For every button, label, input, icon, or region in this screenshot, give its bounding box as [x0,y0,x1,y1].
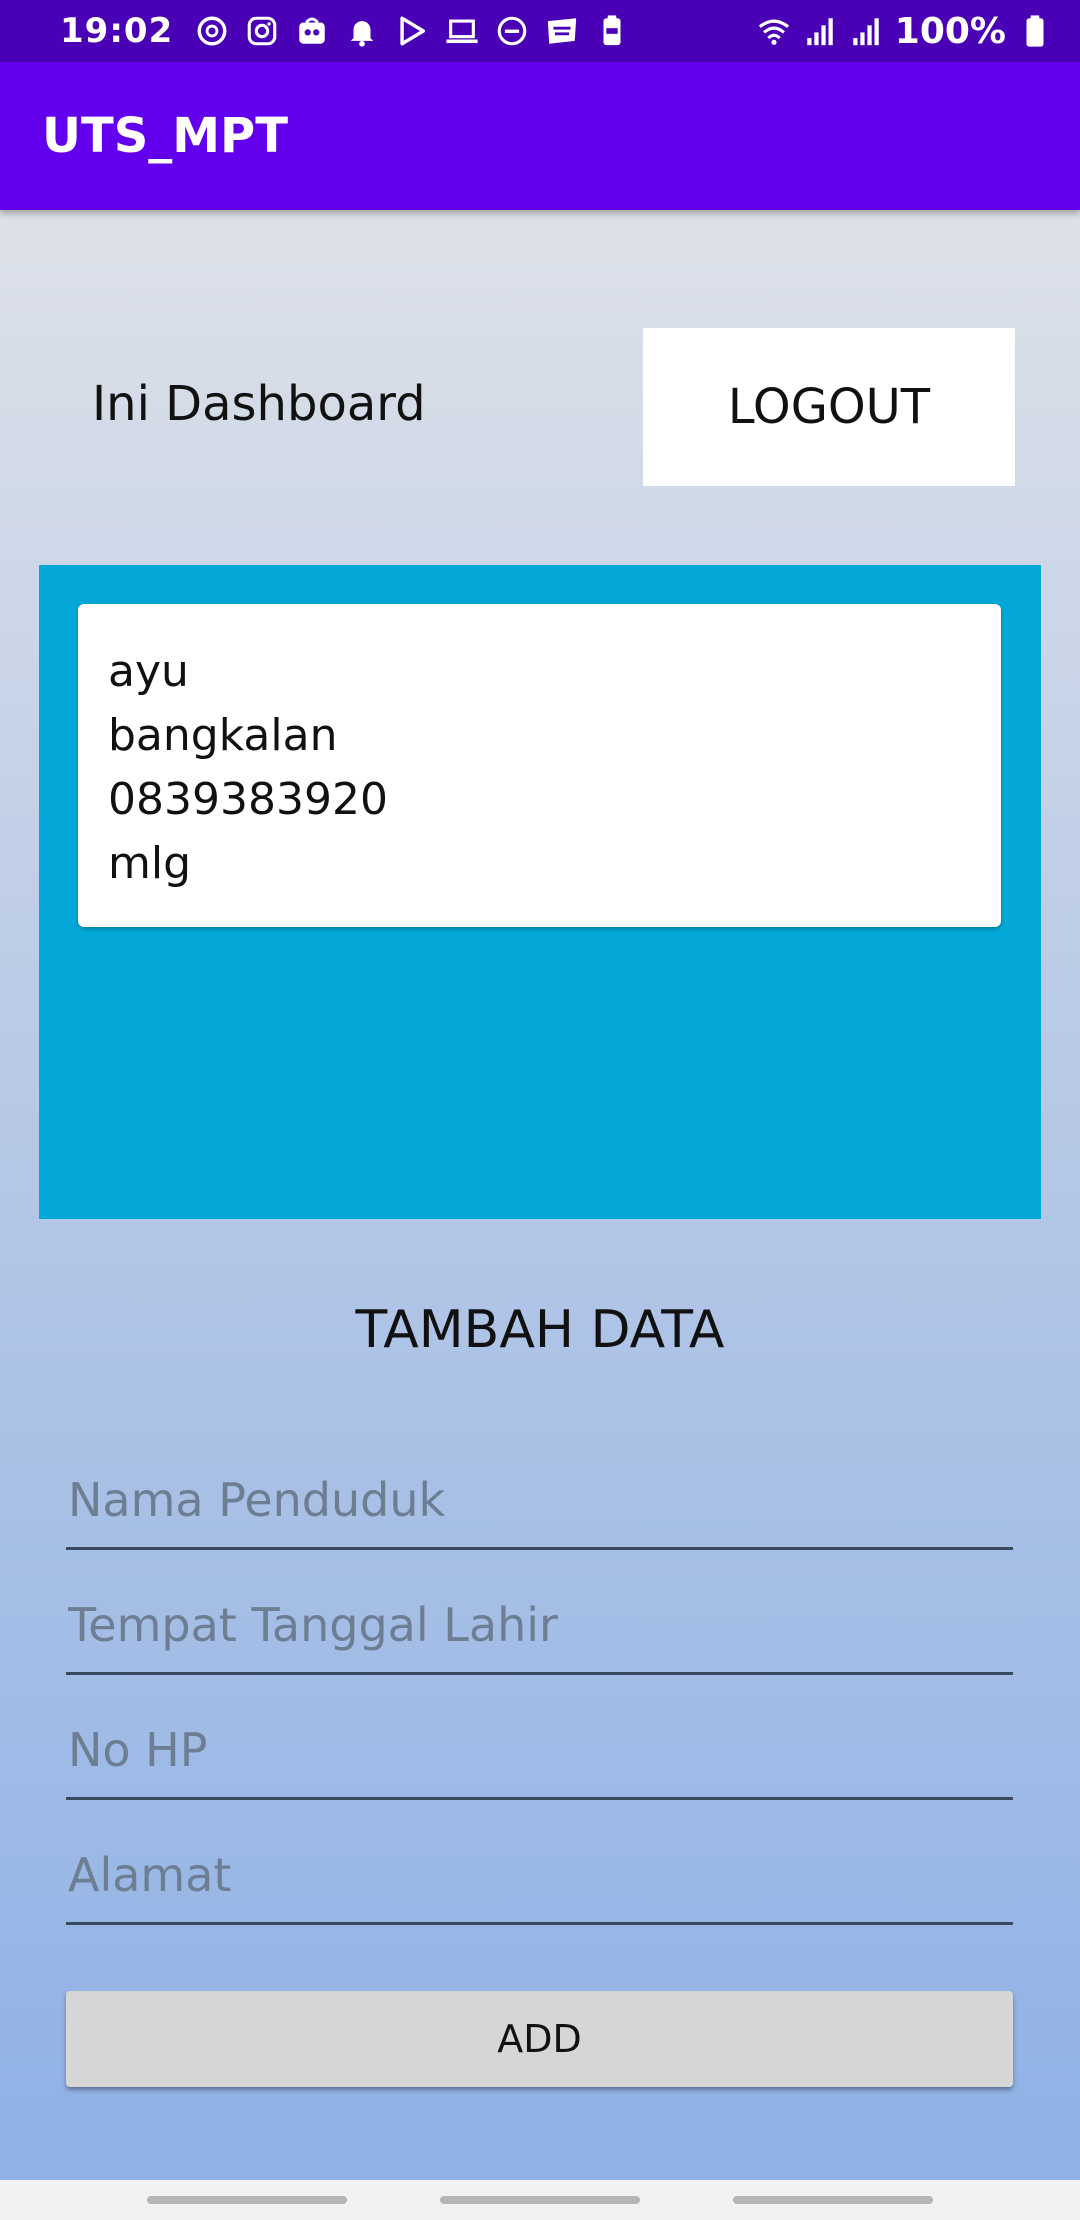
battery-percent: 100% [894,10,1006,52]
nav-back-handle[interactable] [733,2196,934,2204]
alamat-input[interactable] [66,1835,1013,1925]
main-content: Ini Dashboard LOGOUT ayu bangkalan 08393… [0,210,1080,2180]
record-address: mlg [108,838,192,889]
signal-icon-2 [849,14,883,48]
bell-icon [345,14,379,48]
record-birthplace: bangkalan [108,710,338,761]
logout-button[interactable]: LOGOUT [643,328,1015,486]
wifi-icon [757,14,791,48]
status-right: 100% [757,11,1052,52]
webtoon-icon [545,14,579,48]
app-title: UTS_MPT [42,108,288,164]
data-list-panel: ayu bangkalan 0839383920 mlg [39,565,1041,1219]
dnd-icon [495,14,529,48]
tokopedia-icon [295,14,329,48]
status-time: 19:02 [60,11,174,51]
navigation-bar [0,2180,1080,2220]
notification-icons [195,14,629,48]
add-button[interactable]: ADD [66,1991,1013,2087]
laptop-icon [445,14,479,48]
signal-icon [803,14,837,48]
battery-icon [1018,14,1052,48]
nama-penduduk-input[interactable] [66,1460,1013,1550]
status-bar: 19:02 100% [0,0,1080,62]
instagram-icon [245,14,279,48]
record-name: ayu [108,646,189,697]
nav-recents-handle[interactable] [146,2196,347,2204]
nav-home-handle[interactable] [439,2196,640,2204]
play-store-icon [395,14,429,48]
app-bar: UTS_MPT [0,62,1080,210]
dashboard-title: Ini Dashboard [92,376,426,432]
record-phone: 0839383920 [108,774,388,825]
tempat-tanggal-lahir-input[interactable] [66,1585,1013,1675]
form-title: TAMBAH DATA [355,1300,725,1360]
record-card[interactable]: ayu bangkalan 0839383920 mlg [78,604,1001,927]
battery-saver-icon [595,14,629,48]
at-icon [195,14,229,48]
no-hp-input[interactable] [66,1710,1013,1800]
